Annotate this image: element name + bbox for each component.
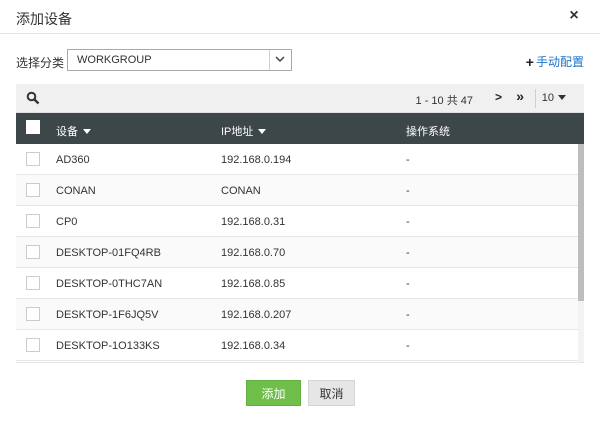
table-row[interactable]: AD360 192.168.0.194 - [16, 144, 578, 175]
cell-device: DESKTOP-01FQ4RB [56, 247, 161, 259]
table-row[interactable]: DESKTOP-1O133KS 192.168.0.34 - [16, 330, 578, 361]
cell-device: DESKTOP-1F6JQ5V [56, 309, 159, 321]
manual-config-link[interactable]: + 手动配置 [526, 53, 584, 70]
cell-device: DESKTOP-1O133KS [56, 340, 160, 352]
sort-down-icon [83, 129, 91, 134]
cell-device: CP0 [56, 216, 78, 228]
table-toolbar: 1 - 10 共 47 > » 10 [16, 84, 584, 113]
add-device-dialog: 添加设备 × 选择分类 WORKGROUP + 手动配置 1 - 10 共 47 … [0, 0, 600, 422]
cell-ip: 192.168.0.207 [221, 309, 292, 321]
row-checkbox[interactable] [26, 338, 40, 352]
pager-info: 1 - 10 共 47 [415, 95, 473, 107]
last-page-button[interactable]: » [516, 88, 524, 104]
category-select[interactable]: WORKGROUP [67, 49, 292, 71]
cell-device: AD360 [56, 154, 90, 166]
cell-device: CONAN [56, 185, 96, 197]
toolbar-divider [535, 89, 536, 108]
caret-down-icon [558, 95, 566, 100]
close-icon[interactable]: × [566, 7, 582, 25]
add-button[interactable]: 添加 [246, 380, 301, 406]
per-page-select[interactable]: 10 [542, 92, 566, 104]
cell-device: DESKTOP-0THC7AN [56, 278, 163, 290]
per-page-value: 10 [541, 92, 554, 104]
manual-config-label: 手动配置 [535, 55, 584, 69]
column-os: 操作系统 [406, 126, 450, 138]
cell-ip: 192.168.0.31 [221, 216, 286, 228]
cell-ip: CONAN [221, 185, 261, 197]
select-all-checkbox[interactable] [26, 120, 40, 134]
row-checkbox[interactable] [26, 214, 40, 228]
cell-os: - [406, 247, 410, 259]
scrollbar-thumb[interactable] [578, 144, 584, 301]
device-table-body: AD360 192.168.0.194 - CONAN CONAN - CP0 … [16, 144, 584, 362]
category-label: 选择分类 [16, 56, 65, 70]
cell-os: - [406, 309, 410, 321]
table-row[interactable]: DESKTOP-01FQ4RB 192.168.0.70 - [16, 237, 578, 268]
cell-ip: 192.168.0.34 [221, 340, 286, 352]
cancel-button[interactable]: 取消 [308, 380, 355, 406]
cell-ip: 192.168.0.194 [221, 154, 292, 166]
column-ip[interactable]: IP地址 [221, 123, 267, 139]
row-checkbox[interactable] [26, 245, 40, 259]
next-page-button[interactable]: > [495, 90, 502, 104]
cell-os: - [406, 216, 410, 228]
cell-os: - [406, 154, 410, 166]
category-select-value: WORKGROUP [77, 54, 152, 66]
column-device[interactable]: 设备 [56, 123, 91, 139]
cell-os: - [406, 185, 410, 197]
plus-icon: + [525, 54, 534, 70]
cell-ip: 192.168.0.70 [221, 247, 286, 259]
row-checkbox[interactable] [26, 276, 40, 290]
column-ip-label: IP地址 [221, 126, 254, 138]
dialog-header: 添加设备 × [0, 0, 600, 34]
row-checkbox[interactable] [26, 307, 40, 321]
cell-ip: 192.168.0.85 [221, 278, 286, 290]
row-checkbox[interactable] [26, 183, 40, 197]
table-row[interactable]: CONAN CONAN - [16, 175, 578, 206]
column-device-label: 设备 [56, 126, 78, 138]
row-checkbox[interactable] [26, 152, 40, 166]
footer-divider [16, 362, 584, 363]
dialog-title: 添加设备 [16, 11, 72, 27]
cell-os: - [406, 278, 410, 290]
scrollbar-track[interactable] [578, 144, 584, 362]
search-icon[interactable] [26, 91, 40, 110]
table-row[interactable]: CP0 192.168.0.31 - [16, 206, 578, 237]
table-row[interactable]: DESKTOP-1F6JQ5V 192.168.0.207 - [16, 299, 578, 330]
sort-down-icon [258, 129, 267, 134]
chevron-down-icon[interactable] [269, 50, 291, 70]
table-row[interactable]: DESKTOP-0THC7AN 192.168.0.85 - [16, 268, 578, 299]
cell-os: - [406, 340, 410, 352]
table-header: 设备 IP地址 操作系统 [16, 113, 584, 144]
